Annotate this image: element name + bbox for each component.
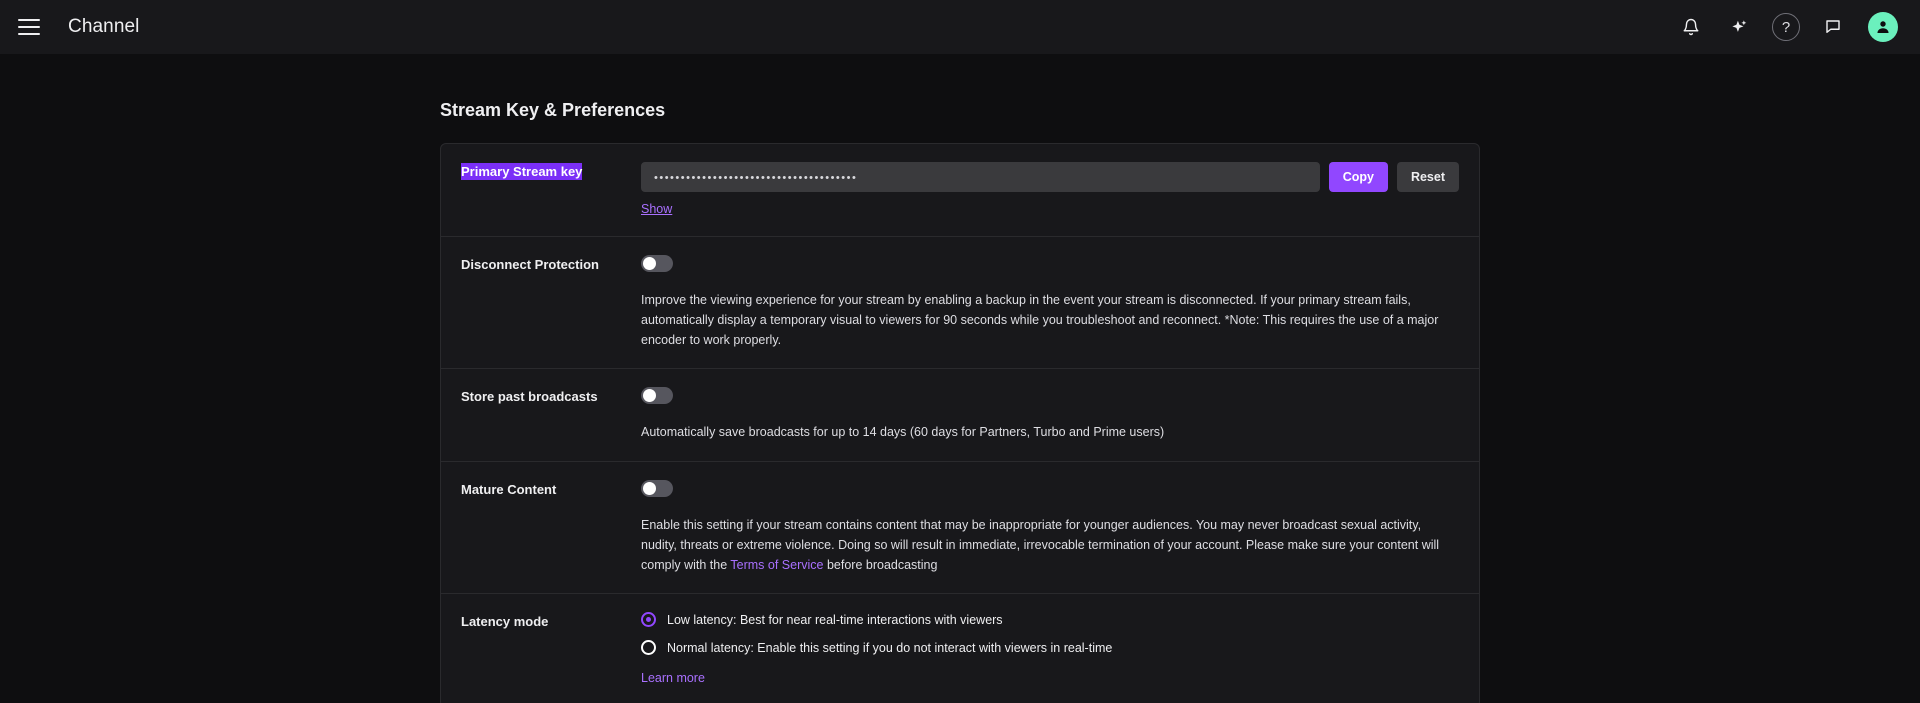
- primary-stream-key-label: Primary Stream key: [461, 162, 641, 218]
- row-disconnect-protection: Disconnect Protection Improve the viewin…: [441, 237, 1479, 370]
- stream-key-controls: •••••••••••••••••••••••••••••••••••••• C…: [641, 162, 1459, 192]
- top-navigation-bar: Channel ?: [0, 0, 1920, 54]
- stream-key-input[interactable]: ••••••••••••••••••••••••••••••••••••••: [641, 162, 1320, 192]
- row-mature-content: Mature Content Enable this setting if yo…: [441, 462, 1479, 595]
- copy-button[interactable]: Copy: [1328, 162, 1388, 192]
- radio-normal-latency[interactable]: [641, 640, 656, 656]
- bell-icon[interactable]: [1676, 12, 1706, 42]
- topbar-actions: ?: [1676, 12, 1898, 42]
- question-mark-icon[interactable]: ?: [1772, 13, 1800, 41]
- page-app-title: Channel: [68, 16, 140, 37]
- latency-option-low[interactable]: Low latency: Best for near real-time int…: [641, 612, 1459, 628]
- row-primary-stream-key: Primary Stream key •••••••••••••••••••••…: [441, 144, 1479, 237]
- page-title: Stream Key & Preferences: [440, 100, 666, 120]
- toggle-knob: [643, 257, 656, 270]
- toggle-knob: [643, 389, 656, 403]
- mature-content-content: Enable this setting if your stream conta…: [641, 480, 1459, 575]
- reset-button[interactable]: Reset: [1396, 162, 1459, 192]
- radio-low-latency[interactable]: [641, 612, 656, 628]
- mature-content-description-part2: before broadcasting: [823, 557, 938, 572]
- learn-more-link[interactable]: Learn more: [641, 671, 705, 685]
- show-stream-key-link[interactable]: Show: [641, 202, 672, 216]
- latency-option-normal[interactable]: Normal latency: Enable this setting if y…: [641, 640, 1459, 656]
- disconnect-protection-content: Improve the viewing experience for your …: [641, 255, 1459, 350]
- store-past-broadcasts-toggle[interactable]: [641, 387, 673, 405]
- store-past-broadcasts-label: Store past broadcasts: [461, 389, 598, 405]
- page-body: Stream Key & Preferences Primary Stream …: [0, 54, 1920, 703]
- latency-mode-label: Latency mode: [461, 614, 549, 630]
- row-latency-mode: Latency mode Low latency: Best for near …: [441, 594, 1479, 703]
- user-avatar-icon[interactable]: [1868, 12, 1898, 42]
- radio-normal-latency-label: Normal latency: Enable this setting if y…: [667, 640, 1113, 655]
- disconnect-protection-toggle[interactable]: [641, 255, 673, 272]
- mature-content-label: Mature Content: [461, 482, 557, 497]
- chat-bubble-icon[interactable]: [1818, 12, 1848, 42]
- disconnect-protection-description: Improve the viewing experience for your …: [641, 293, 1439, 347]
- mature-content-toggle[interactable]: [641, 480, 673, 497]
- store-past-broadcasts-description: Automatically save broadcasts for up to …: [641, 425, 1165, 440]
- sparkle-icon[interactable]: [1724, 12, 1754, 42]
- radio-low-latency-label: Low latency: Best for near real-time int…: [667, 612, 1003, 627]
- hamburger-menu-icon[interactable]: [18, 14, 44, 40]
- mature-content-description: Enable this setting if your stream conta…: [641, 516, 1459, 575]
- terms-of-service-link[interactable]: Terms of Service: [730, 558, 823, 572]
- latency-mode-content: Low latency: Best for near real-time int…: [641, 612, 1459, 687]
- primary-stream-key-label-text: Primary Stream key: [461, 163, 583, 180]
- settings-panel: Primary Stream key •••••••••••••••••••••…: [440, 143, 1480, 703]
- toggle-knob: [643, 482, 656, 495]
- row-store-past-broadcasts: Store past broadcasts Automatically save…: [441, 369, 1479, 462]
- disconnect-protection-label: Disconnect Protection: [461, 257, 599, 272]
- primary-stream-key-content: •••••••••••••••••••••••••••••••••••••• C…: [641, 162, 1459, 218]
- store-past-broadcasts-content: Automatically save broadcasts for up to …: [641, 387, 1459, 443]
